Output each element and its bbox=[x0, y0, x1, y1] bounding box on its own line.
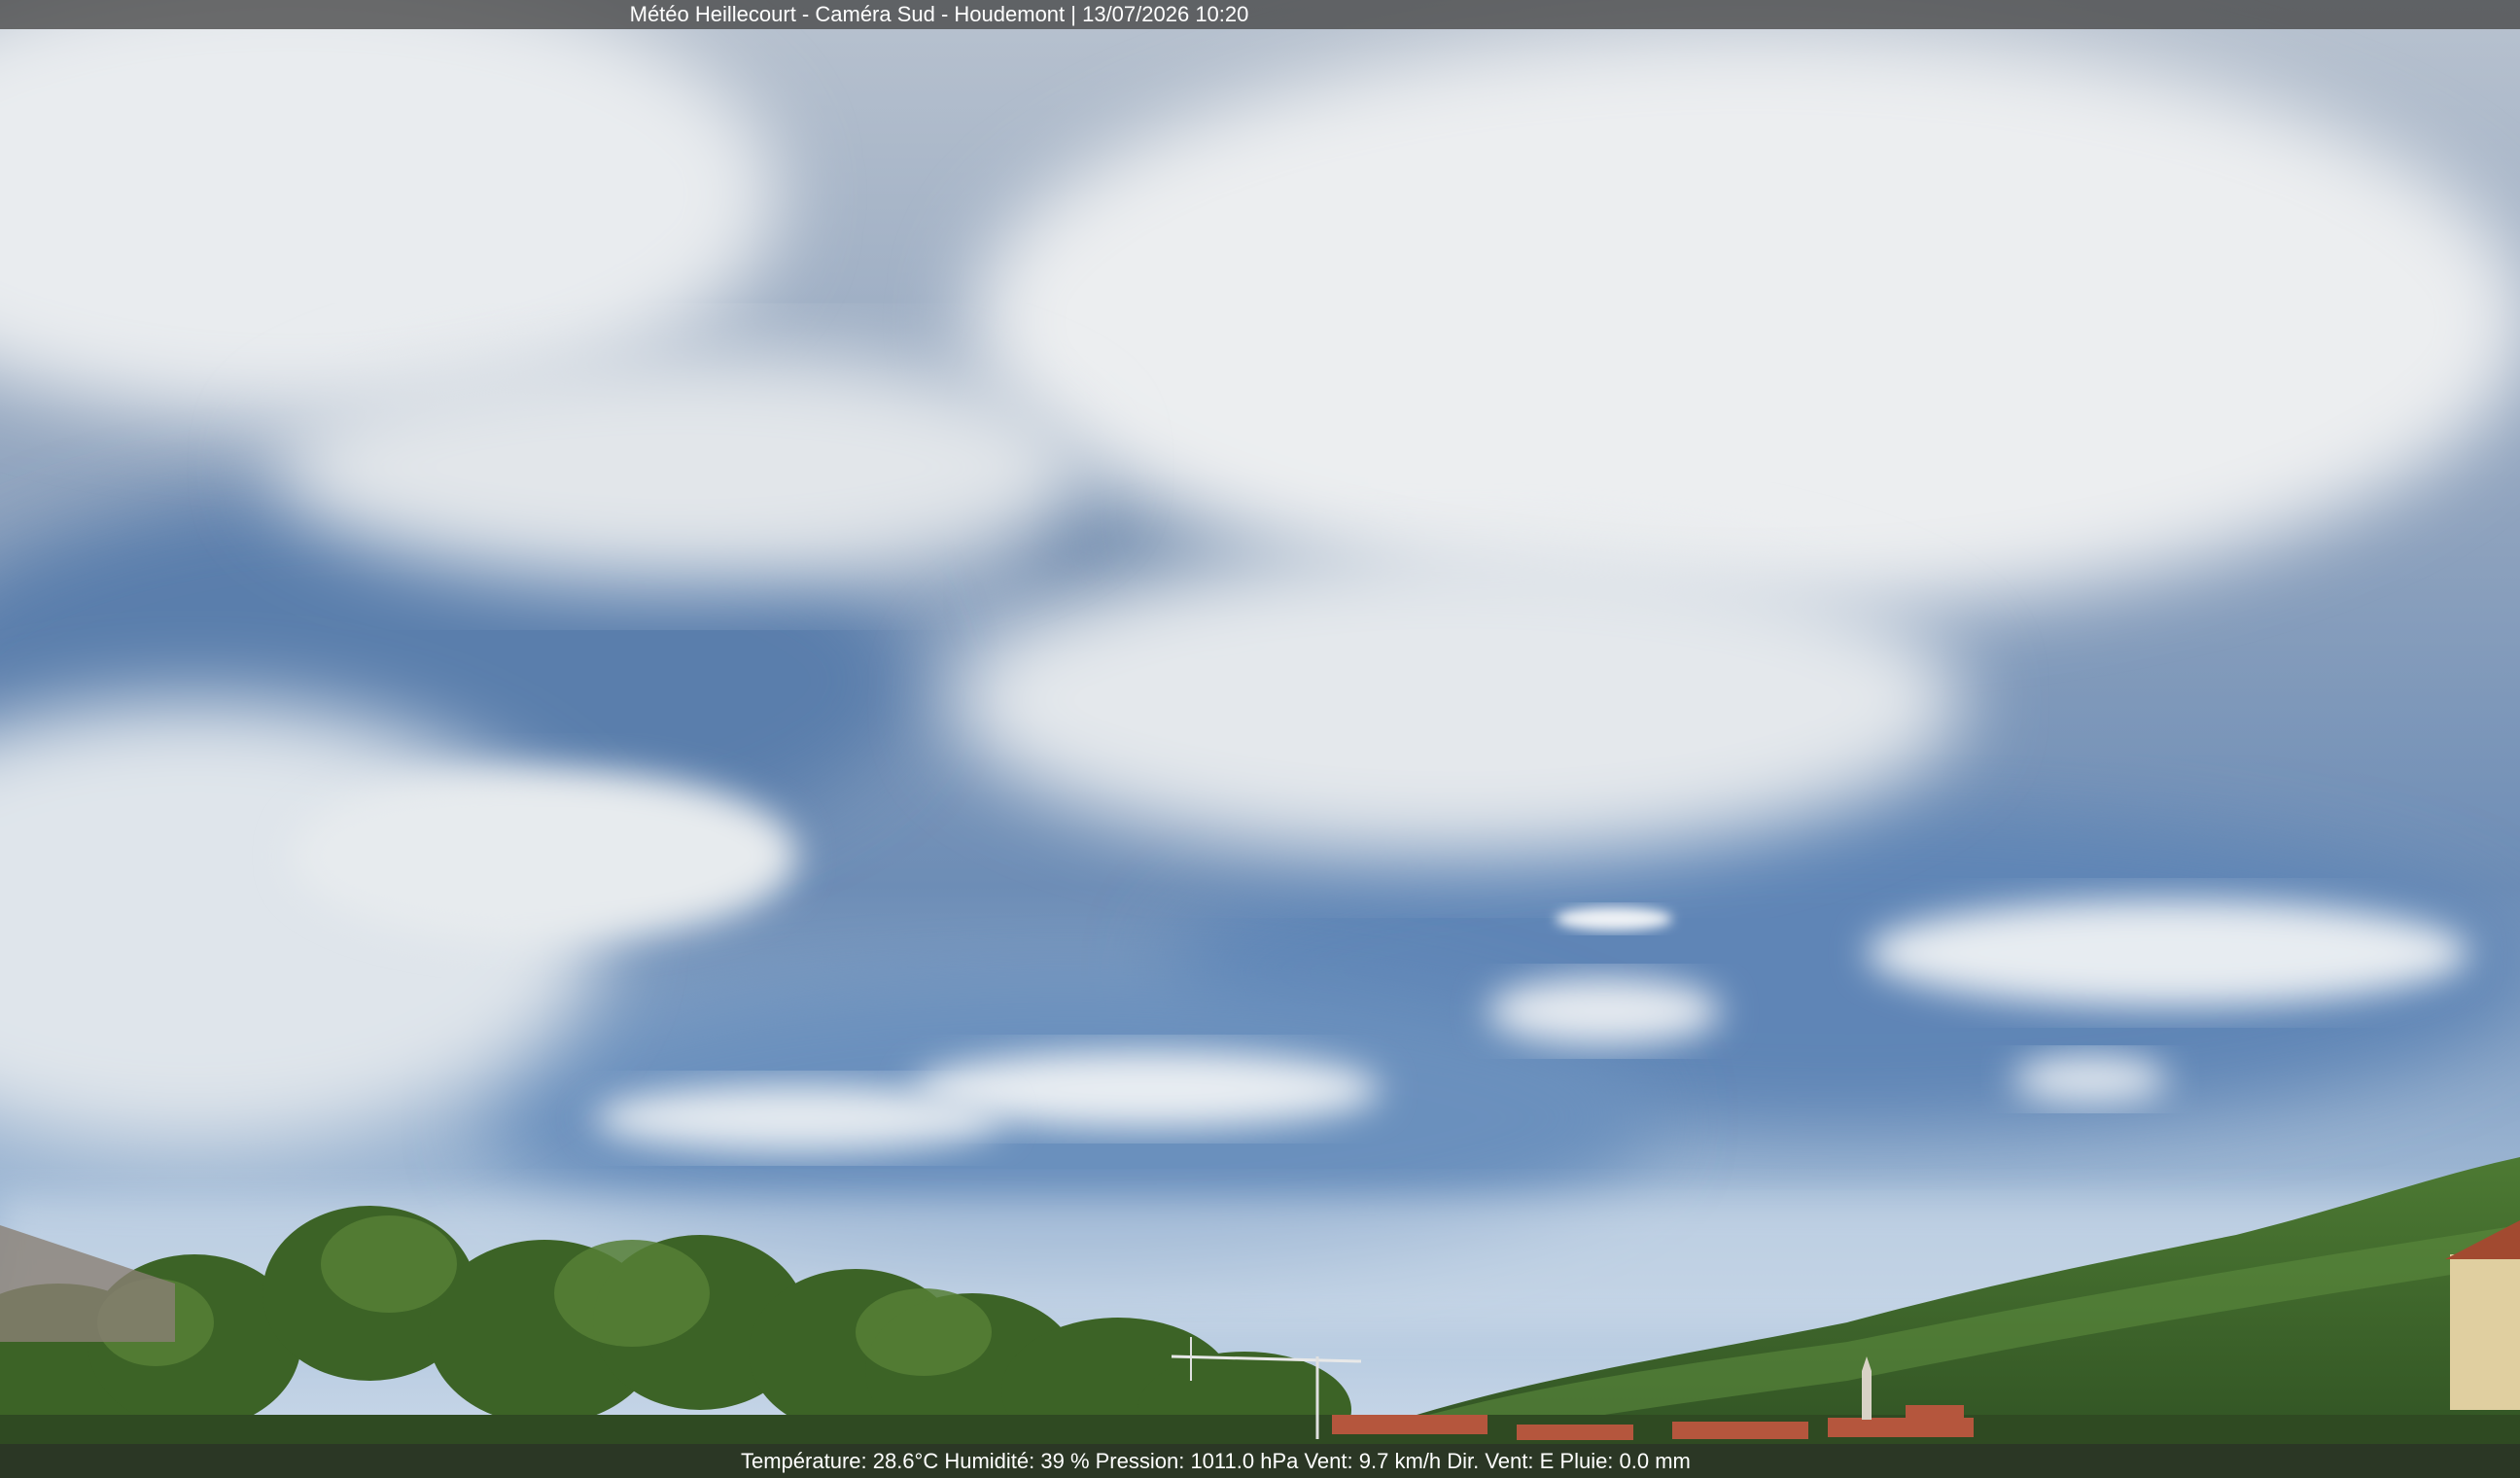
title-bar: Météo Heillecourt - Caméra Sud - Houdemo… bbox=[0, 0, 2520, 29]
camera-title: Météo Heillecourt - Caméra Sud - Houdemo… bbox=[629, 2, 1249, 26]
weather-readout: Température: 28.6°C Humidité: 39 % Press… bbox=[741, 1449, 1691, 1473]
webcam-image bbox=[0, 0, 2520, 1478]
weather-info-bar: Température: 28.6°C Humidité: 39 % Press… bbox=[0, 1444, 2520, 1478]
webcam-frame: Météo Heillecourt - Caméra Sud - Houdemo… bbox=[0, 0, 2520, 1478]
